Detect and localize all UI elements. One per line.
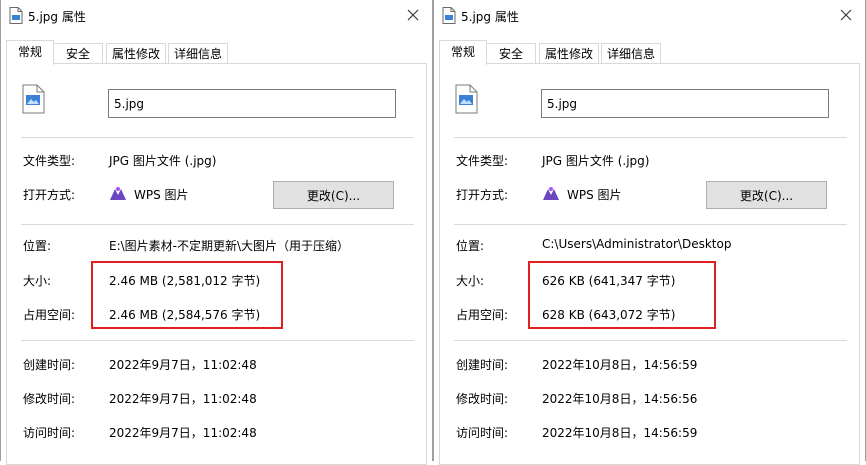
location-label: 位置: xyxy=(456,239,485,253)
change-button[interactable]: 更改(C)... xyxy=(273,181,394,209)
tab-details[interactable]: 详细信息 xyxy=(168,43,228,63)
properties-dialog-left: 5.jpg 属性 常规 安全 属性修改 详细信息 文件类型: JPG 图片文件 … xyxy=(0,0,433,465)
window-title: 5.jpg 属性 xyxy=(461,10,519,24)
accessed-label: 访问时间: xyxy=(23,426,76,440)
title-bar: 5.jpg 属性 xyxy=(1,0,432,32)
open-with-label: 打开方式: xyxy=(456,188,509,202)
close-icon xyxy=(407,9,419,21)
tab-security[interactable]: 安全 xyxy=(486,43,536,63)
size-on-disk-value: 2.46 MB (2,584,576 字节) xyxy=(109,308,261,322)
size-on-disk-value: 628 KB (643,072 字节) xyxy=(542,308,676,322)
tab-details[interactable]: 详细信息 xyxy=(601,43,661,63)
accessed-value: 2022年9月7日，11:02:48 xyxy=(109,426,257,440)
wps-pictures-icon xyxy=(109,185,127,203)
modified-label: 修改时间: xyxy=(23,392,76,406)
tab-general[interactable]: 常规 xyxy=(439,40,487,65)
change-button[interactable]: 更改(C)... xyxy=(706,181,827,209)
properties-dialog-right: 5.jpg 属性 常规 安全 属性修改 详细信息 文件类型: JPG 图片文件 … xyxy=(433,0,866,465)
file-type-value: JPG 图片文件 (.jpg) xyxy=(109,154,217,168)
close-button[interactable] xyxy=(837,6,855,24)
tab-attribute-edit[interactable]: 属性修改 xyxy=(539,43,599,63)
size-value: 626 KB (641,347 字节) xyxy=(542,274,676,288)
accessed-label: 访问时间: xyxy=(456,426,509,440)
location-label: 位置: xyxy=(23,239,52,253)
created-label: 创建时间: xyxy=(456,358,509,372)
modified-value: 2022年9月7日，11:02:48 xyxy=(109,392,257,406)
size-label: 大小: xyxy=(456,274,485,288)
window-title: 5.jpg 属性 xyxy=(28,10,86,24)
file-type-label: 文件类型: xyxy=(23,154,76,168)
created-label: 创建时间: xyxy=(23,358,76,372)
created-value: 2022年10月8日，14:56:59 xyxy=(542,358,698,372)
image-file-icon xyxy=(18,84,48,114)
created-value: 2022年9月7日，11:02:48 xyxy=(109,358,257,372)
open-with-app: WPS 图片 xyxy=(567,188,622,202)
wps-pictures-icon xyxy=(542,185,560,203)
title-bar: 5.jpg 属性 xyxy=(434,0,865,32)
modified-label: 修改时间: xyxy=(456,392,509,406)
size-value: 2.46 MB (2,581,012 字节) xyxy=(109,274,261,288)
location-value: C:\Users\Administrator\Desktop xyxy=(542,237,732,251)
accessed-value: 2022年10月8日，14:56:59 xyxy=(542,426,698,440)
divider xyxy=(21,340,414,341)
tab-attribute-edit[interactable]: 属性修改 xyxy=(106,43,166,63)
open-with-label: 打开方式: xyxy=(23,188,76,202)
close-icon xyxy=(840,9,852,21)
tab-security[interactable]: 安全 xyxy=(53,43,103,63)
modified-value: 2022年10月8日，14:56:56 xyxy=(542,392,698,406)
size-on-disk-label: 占用空间: xyxy=(23,308,76,322)
divider xyxy=(454,340,847,341)
file-type-value: JPG 图片文件 (.jpg) xyxy=(542,154,650,168)
divider xyxy=(21,137,414,138)
divider xyxy=(21,224,414,225)
document-icon xyxy=(9,7,23,24)
open-with-app: WPS 图片 xyxy=(134,188,189,202)
filename-field[interactable] xyxy=(108,89,396,118)
divider xyxy=(454,137,847,138)
size-on-disk-label: 占用空间: xyxy=(456,308,509,322)
location-value: E:\图片素材-不定期更新\大图片（用于压缩） xyxy=(109,239,350,253)
tab-general[interactable]: 常规 xyxy=(6,40,54,65)
file-type-label: 文件类型: xyxy=(456,154,509,168)
divider xyxy=(454,224,847,225)
image-file-icon xyxy=(451,84,481,114)
close-button[interactable] xyxy=(404,6,422,24)
document-icon xyxy=(442,7,456,24)
size-label: 大小: xyxy=(23,274,52,288)
filename-field[interactable] xyxy=(541,89,829,118)
